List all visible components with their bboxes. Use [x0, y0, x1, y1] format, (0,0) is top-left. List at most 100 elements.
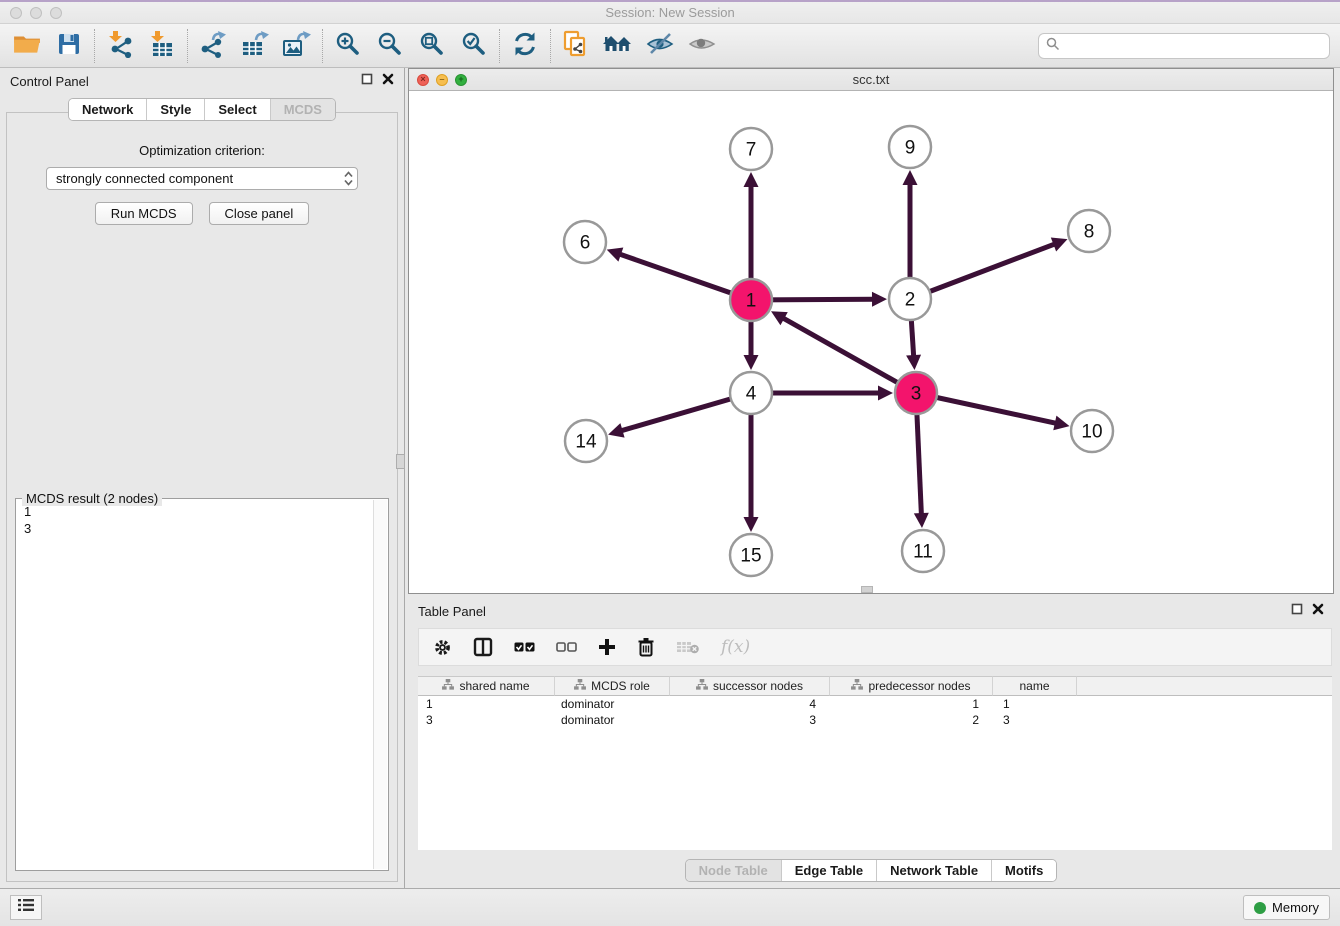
edge-arrowhead-icon: [607, 247, 624, 261]
tab-motifs[interactable]: Motifs: [991, 860, 1056, 881]
graph-node-label: 6: [580, 233, 591, 254]
edge-arrowhead-icon: [744, 355, 759, 370]
graph-edge-3-1[interactable]: [782, 318, 916, 393]
graph-node-label: 7: [746, 140, 757, 161]
chevron-up-down-icon: [339, 171, 357, 186]
list-item[interactable]: 1: [24, 503, 372, 520]
close-panel-button[interactable]: Close panel: [209, 202, 310, 225]
table-row[interactable]: 1 dominator 4 1 1: [418, 696, 1332, 712]
export-table-icon: [240, 30, 270, 61]
zoom-in-button[interactable]: [331, 29, 365, 63]
column-header-successor-nodes[interactable]: successor nodes: [670, 676, 830, 696]
tab-style[interactable]: Style: [146, 99, 204, 120]
edge-arrowhead-icon: [608, 423, 624, 437]
edge-arrowhead-icon: [906, 355, 921, 370]
tab-node-table[interactable]: Node Table: [686, 860, 781, 881]
optimization-criterion-label: Optimization criterion:: [7, 143, 397, 158]
show-all-button[interactable]: [685, 29, 719, 63]
edge-arrowhead-icon: [744, 517, 759, 532]
unselect-all-columns-icon[interactable]: [556, 641, 577, 653]
graph-node-label: 10: [1081, 422, 1102, 443]
tab-network-table[interactable]: Network Table: [876, 860, 991, 881]
graph-node-label: 2: [905, 290, 916, 311]
edge-arrowhead-icon: [914, 513, 929, 528]
main-toolbar: [0, 24, 1340, 68]
close-panel-icon[interactable]: [1312, 602, 1324, 620]
sort-hierarchy-icon: [574, 679, 586, 693]
float-panel-icon[interactable]: [361, 72, 373, 90]
search-field[interactable]: [1038, 33, 1330, 59]
table-panel: Table Panel: [408, 598, 1334, 890]
eye-icon: [688, 31, 716, 60]
node-table: shared name MCDS role successor nodes pr…: [418, 676, 1332, 850]
zoom-selected-icon: [461, 31, 487, 60]
export-table-button[interactable]: [238, 29, 272, 63]
new-network-from-selection-button[interactable]: [559, 29, 593, 63]
toolbar-separator: [550, 29, 551, 63]
memory-button[interactable]: Memory: [1243, 895, 1330, 920]
toolbar-separator: [187, 29, 188, 63]
graph-node-label: 3: [911, 384, 922, 405]
table-panel-title: Table Panel: [418, 604, 1291, 619]
horizontal-splitter-grip[interactable]: [861, 586, 873, 593]
network-view-window: scc.txt 1234678910111415: [408, 68, 1334, 594]
column-header-predecessor-nodes[interactable]: predecessor nodes: [830, 676, 993, 696]
tab-network[interactable]: Network: [69, 99, 146, 120]
apply-layout-button[interactable]: [508, 29, 542, 63]
export-network-icon: [199, 30, 227, 61]
function-builder-icon: f(x): [721, 637, 750, 657]
vertical-splitter-grip[interactable]: [396, 454, 405, 469]
float-panel-icon[interactable]: [1291, 602, 1303, 620]
edge-arrowhead-icon: [878, 386, 893, 401]
edge-arrowhead-icon: [903, 170, 918, 185]
close-panel-icon[interactable]: [382, 72, 394, 90]
open-file-button[interactable]: [10, 29, 44, 63]
search-input[interactable]: [1064, 35, 1329, 57]
import-table-button[interactable]: [145, 29, 179, 63]
select-all-columns-icon[interactable]: [514, 641, 535, 653]
zoom-fit-icon: [419, 31, 445, 60]
network-window-titlebar[interactable]: scc.txt: [409, 69, 1333, 91]
column-header-mcds-role[interactable]: MCDS role: [555, 676, 670, 696]
show-column-icon[interactable]: [473, 637, 493, 657]
add-column-icon[interactable]: [598, 638, 616, 656]
tab-edge-table[interactable]: Edge Table: [781, 860, 876, 881]
zoom-fit-button[interactable]: [415, 29, 449, 63]
mcds-result-box: MCDS result (2 nodes) 1 3: [15, 498, 389, 871]
result-scrollbar[interactable]: [373, 500, 387, 869]
status-bar: Memory: [0, 888, 1340, 926]
edge-arrowhead-icon: [1053, 416, 1069, 431]
graph-node-label: 9: [905, 138, 916, 159]
list-item[interactable]: 3: [24, 520, 372, 537]
delete-column-icon[interactable]: [637, 637, 655, 657]
toolbar-separator: [499, 29, 500, 63]
task-history-button[interactable]: [10, 895, 42, 920]
column-header-shared-name[interactable]: shared name: [418, 676, 555, 696]
tab-mcds[interactable]: MCDS: [270, 99, 335, 120]
graph-node-label: 15: [740, 546, 761, 567]
zoom-out-button[interactable]: [373, 29, 407, 63]
control-panel: Control Panel Network Style Select MCDS …: [0, 68, 405, 888]
mcds-panel: Optimization criterion: strongly connect…: [6, 112, 398, 882]
table-row[interactable]: 3 dominator 3 2 3: [418, 712, 1332, 728]
zoom-selected-button[interactable]: [457, 29, 491, 63]
export-image-button[interactable]: [280, 29, 314, 63]
control-panel-title: Control Panel: [10, 74, 361, 89]
toolbar-separator: [94, 29, 95, 63]
hide-selected-button[interactable]: [643, 29, 677, 63]
graph-edge-2-8[interactable]: [910, 244, 1055, 299]
mcds-result-list[interactable]: 1 3: [17, 500, 372, 869]
gear-icon[interactable]: [433, 638, 452, 657]
network-canvas[interactable]: 1234678910111415: [409, 91, 1333, 593]
optimization-criterion-select[interactable]: strongly connected component: [46, 167, 358, 190]
save-session-button[interactable]: [52, 29, 86, 63]
column-header-name[interactable]: name: [993, 676, 1077, 696]
list-icon: [17, 898, 35, 917]
import-network-button[interactable]: [103, 29, 137, 63]
sort-hierarchy-icon: [851, 679, 863, 693]
edge-arrowhead-icon: [872, 292, 887, 307]
tab-select[interactable]: Select: [204, 99, 269, 120]
first-neighbors-button[interactable]: [601, 29, 635, 63]
run-mcds-button[interactable]: Run MCDS: [95, 202, 193, 225]
export-network-button[interactable]: [196, 29, 230, 63]
